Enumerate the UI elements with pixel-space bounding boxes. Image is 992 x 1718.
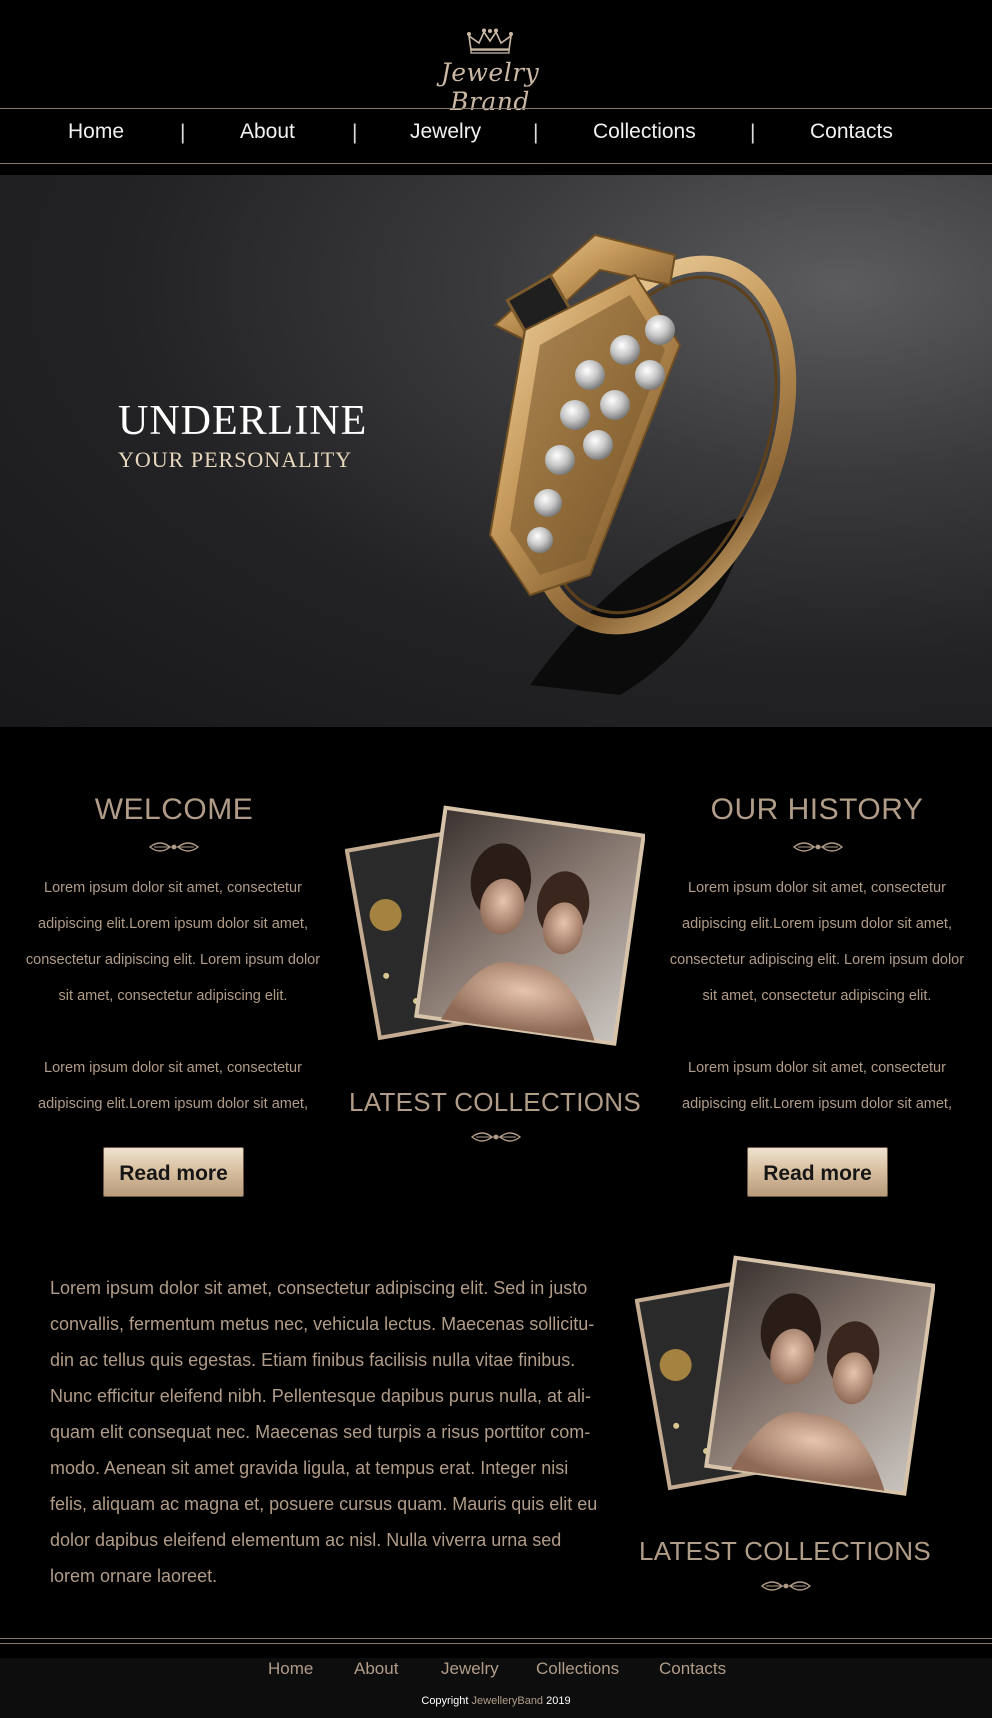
- ornament-divider-icon: [148, 842, 200, 852]
- ornament-divider-icon: [760, 1581, 812, 1591]
- nav-separator: |: [533, 121, 539, 144]
- nav-home[interactable]: Home: [68, 120, 124, 144]
- models-photo-stack[interactable]: [345, 805, 645, 1055]
- copyright-prefix: Copyright: [421, 1695, 469, 1707]
- welcome-paragraph-1: Lorem ipsum dolor sit amet, consectetur …: [25, 880, 321, 1004]
- welcome-title: WELCOME: [94, 793, 254, 826]
- welcome-paragraph-2: Lorem ipsum dolor sit amet, consectetur …: [38, 1060, 308, 1112]
- nav-jewelry[interactable]: Jewelry: [410, 120, 481, 144]
- latest-collections-title: LATEST COLLECTIONS: [349, 1087, 641, 1117]
- models-photo-stack[interactable]: [635, 1255, 935, 1505]
- header: Jewelry Brand: [0, 0, 992, 116]
- nav-contacts[interactable]: Contacts: [810, 120, 893, 144]
- crown-icon: [467, 28, 513, 54]
- copyright: Copyright JewelleryBand 2019: [0, 1695, 992, 1707]
- history-paragraph-2: Lorem ipsum dolor sit amet, consectetur …: [682, 1060, 952, 1112]
- hero-banner: UNDERLINE YOUR PERSONALITY: [0, 175, 992, 727]
- footer-nav-about[interactable]: About: [354, 1659, 398, 1679]
- footer-nav-contacts[interactable]: Contacts: [659, 1659, 726, 1679]
- nav-separator: |: [352, 121, 358, 144]
- nav-separator: |: [750, 121, 756, 144]
- copyright-year: 2019: [546, 1695, 571, 1707]
- main-nav: Home | About | Jewelry | Collections | C…: [0, 108, 992, 164]
- gold-ring-image: [488, 233, 797, 695]
- history-paragraph-1: Lorem ipsum dolor sit amet, consectetur …: [669, 880, 965, 1004]
- latest-collections-title: LATEST COLLECTIONS: [639, 1536, 931, 1566]
- ornament-divider-icon: [792, 842, 844, 852]
- welcome-read-more-button[interactable]: Read more: [103, 1147, 244, 1197]
- history-title: OUR HISTORY: [710, 793, 924, 826]
- footer-divider: [0, 1638, 992, 1639]
- footer-nav-collections[interactable]: Collections: [536, 1659, 619, 1679]
- brand-logo[interactable]: Jewelry Brand: [400, 28, 580, 116]
- nav-collections[interactable]: Collections: [593, 120, 696, 144]
- nav-separator: |: [180, 121, 186, 144]
- hero-title: UNDERLINE: [118, 398, 368, 444]
- footer-nav-jewelry[interactable]: Jewelry: [441, 1659, 499, 1679]
- body-text: Lorem ipsum dolor sit amet, consectetur …: [50, 1278, 598, 1586]
- ornament-divider-icon: [470, 1132, 522, 1142]
- footer-divider: [0, 1643, 992, 1644]
- copyright-brand-link[interactable]: JewelleryBand: [472, 1695, 544, 1707]
- nav-about[interactable]: About: [240, 120, 295, 144]
- footer-nav-home[interactable]: Home: [268, 1659, 313, 1679]
- history-read-more-button[interactable]: Read more: [747, 1147, 888, 1197]
- hero-subtitle: YOUR PERSONALITY: [118, 447, 353, 472]
